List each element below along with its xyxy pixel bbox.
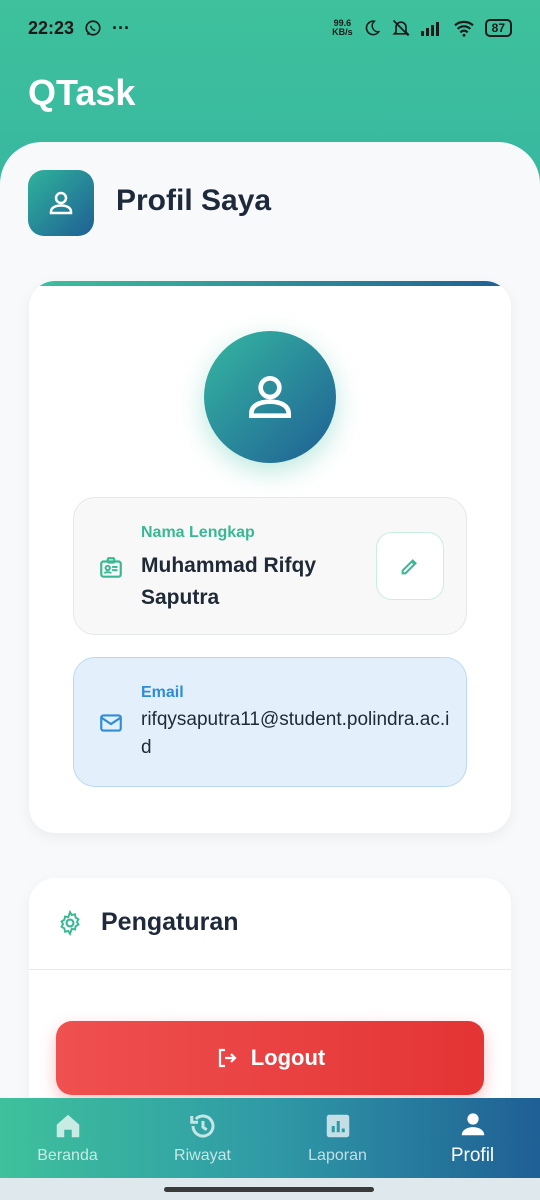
profile-page-icon	[28, 170, 94, 236]
status-right: 99.6 KB/s 87	[332, 18, 512, 38]
email-field: Email rifqysaputra11@student.polindra.ac…	[73, 657, 467, 787]
id-card-icon	[100, 557, 122, 578]
signal-icon	[420, 22, 439, 36]
app-title: QTask	[28, 72, 136, 113]
name-label: Nama Lengkap	[141, 524, 255, 541]
moon-icon	[365, 20, 380, 36]
logout-label: Logout	[250, 1045, 326, 1070]
status-bar: 22:23 ··· 99.6 KB/s 87	[0, 0, 540, 56]
history-icon	[189, 1114, 214, 1138]
profile-card: Nama Lengkap Muhammad Rifqy Saputra Emai…	[29, 281, 511, 833]
network-speed: 99.6 KB/s	[332, 19, 353, 37]
mail-icon	[100, 714, 122, 732]
page-title: Profil Saya	[116, 184, 272, 217]
nav-item-profil[interactable]: Profil	[405, 1098, 540, 1178]
nav-item-laporan[interactable]: Laporan	[270, 1098, 405, 1178]
person-icon	[461, 1113, 484, 1136]
email-value: rifqysaputra11@student.polindra.ac.id	[141, 709, 450, 758]
avatar	[204, 331, 336, 463]
wifi-icon	[453, 20, 474, 37]
card-accent-bar	[29, 281, 511, 286]
status-left: 22:23 ···	[28, 18, 130, 39]
person-outline-icon	[249, 376, 291, 418]
gesture-handle[interactable]	[164, 1187, 374, 1192]
home-icon	[56, 1114, 79, 1138]
person-outline-icon	[49, 191, 73, 215]
gesture-area	[0, 1178, 540, 1200]
pencil-icon	[401, 559, 417, 575]
nav-label-beranda: Beranda	[37, 1147, 98, 1164]
nav-label-profil: Profil	[450, 1145, 495, 1166]
chart-icon	[326, 1114, 349, 1138]
clock: 22:23	[28, 17, 75, 38]
name-value: Muhammad Rifqy Saputra	[141, 554, 317, 609]
logout-icon	[218, 1048, 237, 1068]
net-speed-unit: KB/s	[332, 27, 353, 37]
battery-indicator: 87	[484, 19, 512, 37]
settings-title: Pengaturan	[101, 908, 239, 936]
logout-button[interactable]: Logout	[56, 1021, 484, 1095]
name-field: Nama Lengkap Muhammad Rifqy Saputra	[73, 497, 467, 635]
nav-item-riwayat[interactable]: Riwayat	[135, 1098, 270, 1178]
settings-header: Pengaturan	[29, 878, 511, 970]
email-label: Email	[141, 684, 184, 701]
gear-icon	[60, 910, 80, 936]
edit-name-button[interactable]	[376, 532, 444, 600]
bottom-navigation: Beranda Riwayat Laporan Profil	[0, 1098, 540, 1178]
more-notifications: ···	[112, 17, 131, 38]
whatsapp-icon	[85, 20, 101, 36]
nav-label-riwayat: Riwayat	[174, 1147, 231, 1164]
mute-icon	[391, 19, 410, 37]
nav-item-beranda[interactable]: Beranda	[0, 1098, 135, 1178]
nav-label-laporan: Laporan	[308, 1147, 367, 1164]
